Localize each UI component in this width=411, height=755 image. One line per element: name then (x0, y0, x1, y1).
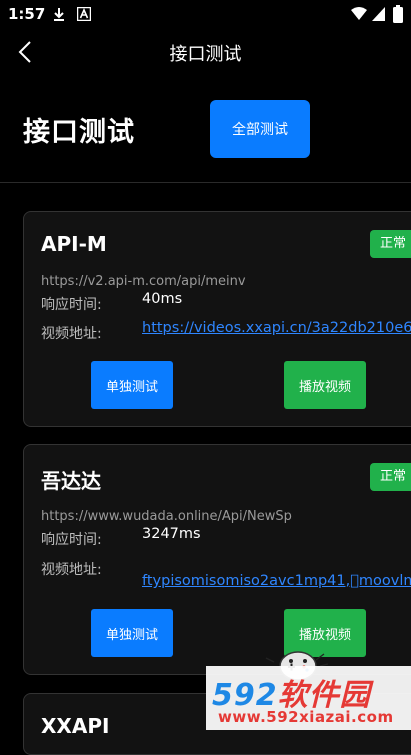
api-url: https://www.wudada.online/Api/NewSp (41, 509, 292, 524)
nav-bar: 接口测试 (0, 28, 411, 76)
api-name: 吾达达 (41, 469, 101, 493)
signal-icon (372, 7, 385, 21)
api-card: API-M 正常 https://v2.api-m.com/api/meinv … (23, 211, 411, 427)
video-url-link[interactable]: https://videos.xxapi.cn/3a22db210e65 (142, 320, 411, 336)
api-name: API-M (41, 232, 107, 256)
api-name: XXAPI (41, 714, 110, 738)
response-time-value: 40ms (142, 291, 183, 307)
single-test-button[interactable]: 单独测试 (91, 609, 173, 657)
status-badge: 正常 (370, 463, 411, 491)
single-test-button[interactable]: 单独测试 (91, 361, 173, 409)
page-title: 接口测试 (23, 117, 135, 148)
video-url-link[interactable]: ftypisomisomiso2avc1mp41, moovlm (142, 573, 411, 589)
api-url: https://v2.api-m.com/api/meinv (41, 274, 246, 289)
battery-icon (393, 5, 403, 23)
app-notification-icon (77, 7, 91, 21)
video-url-label: 视频地址: (41, 326, 102, 342)
wifi-icon (351, 7, 367, 20)
play-video-button[interactable]: 播放视频 (284, 361, 366, 409)
nav-title: 接口测试 (169, 44, 242, 65)
video-url-label: 视频地址: (41, 562, 102, 578)
status-time: 1:57 (8, 5, 46, 23)
status-bar: 1:57 (0, 0, 411, 28)
api-card: 吾达达 正常 https://www.wudada.online/Api/New… (23, 444, 411, 675)
response-time-value: 3247ms (142, 526, 201, 542)
divider (0, 182, 411, 183)
response-time-label: 响应时间: (41, 532, 102, 548)
download-icon (54, 8, 64, 21)
status-badge: 正常 (370, 230, 411, 258)
response-time-label: 响应时间: (41, 297, 102, 313)
test-all-button[interactable]: 全部测试 (210, 100, 310, 158)
watermark-592: 592软件园 www.592xiazai.com (206, 666, 411, 730)
watermark-url: www.592xiazai.com (218, 708, 394, 726)
